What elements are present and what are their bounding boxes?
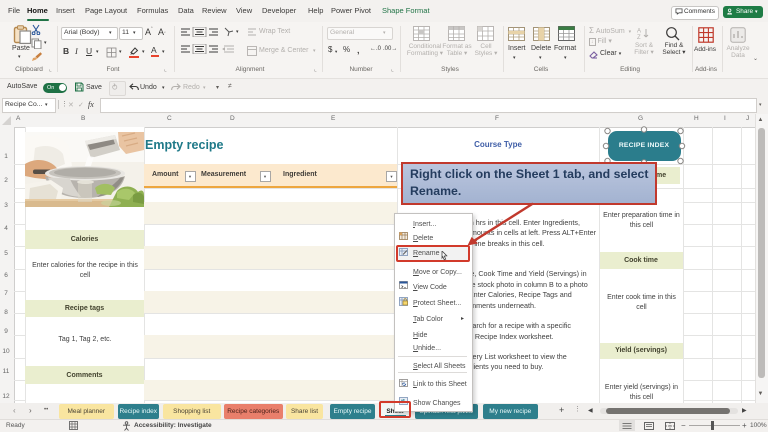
svg-text:Z: Z (637, 35, 641, 40)
svg-text:A: A (637, 29, 641, 35)
